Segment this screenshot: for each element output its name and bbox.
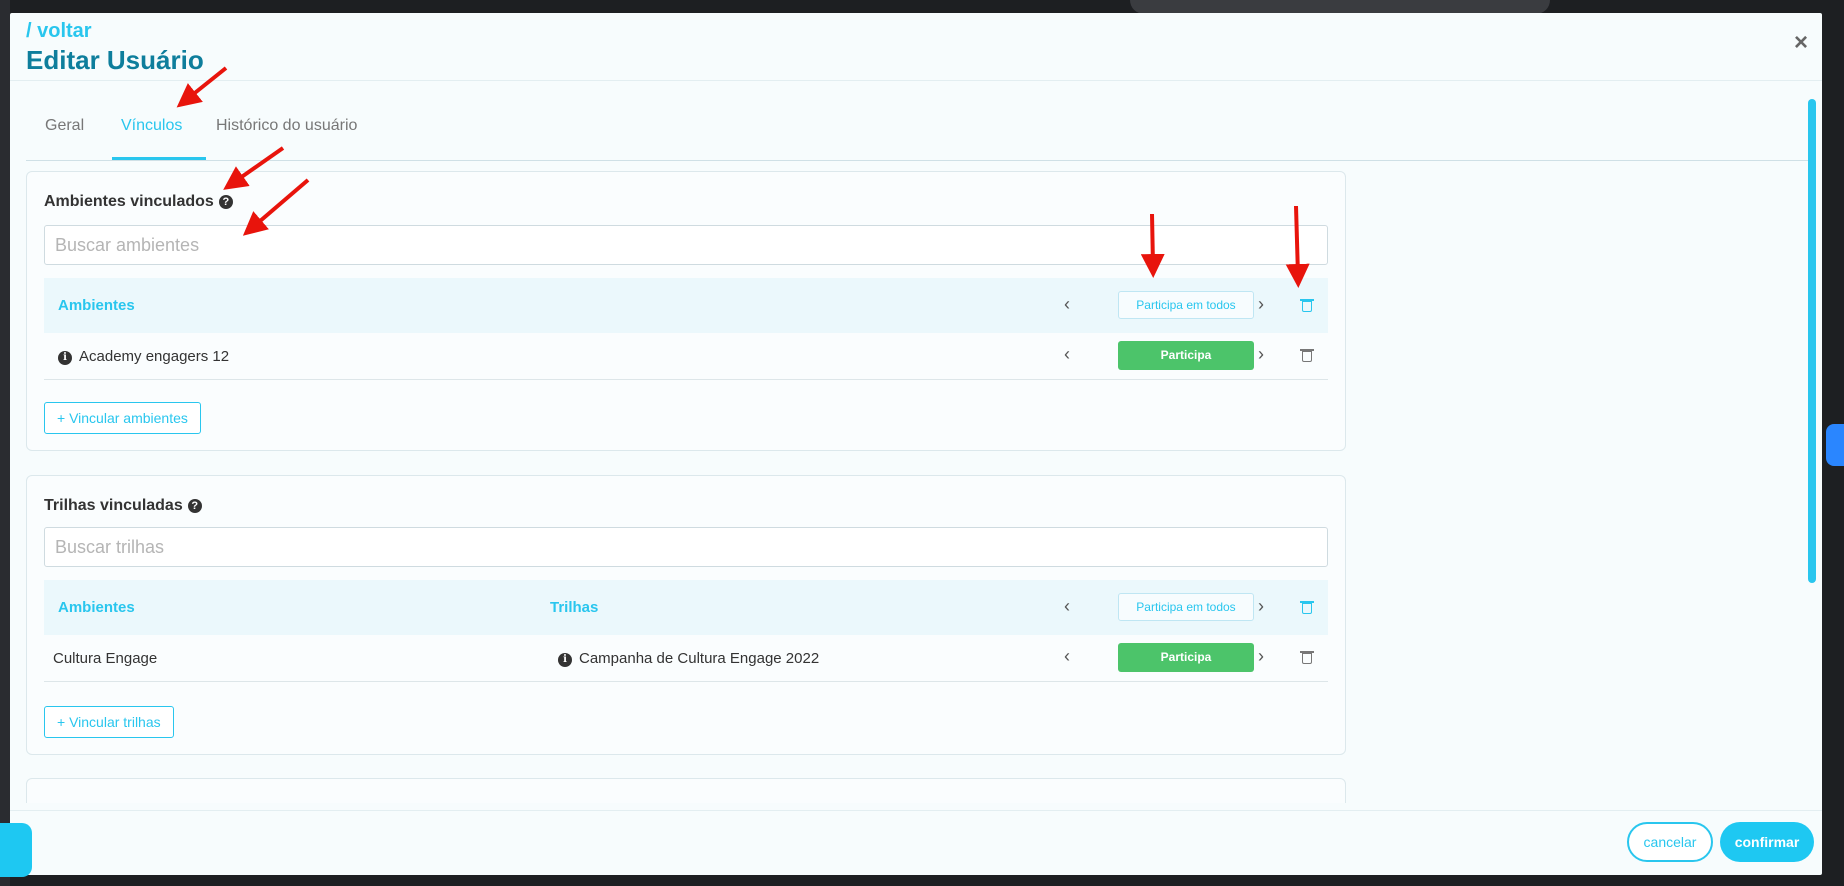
- accessibility-widget[interactable]: [1826, 424, 1844, 466]
- ambiente-name-text: Academy engagers 12: [79, 348, 230, 365]
- trilhas-card: Trilhas vinculadas? Ambientes Trilhas ‹ …: [26, 475, 1346, 755]
- tab-geral[interactable]: Geral: [45, 117, 84, 135]
- trash-icon[interactable]: [1300, 650, 1314, 664]
- table-row: Cultura Engage i Campanha de Cultura Enga…: [44, 635, 1328, 682]
- trilhas-title: Trilhas vinculadas?: [44, 497, 202, 515]
- chat-widget[interactable]: [0, 823, 32, 877]
- close-icon[interactable]: ×: [1794, 29, 1808, 57]
- participa-em-todos-toggle[interactable]: Participa em todos: [1118, 291, 1254, 319]
- scrollbar[interactable]: [1808, 99, 1816, 583]
- tab-vinculos[interactable]: Vínculos: [121, 117, 182, 135]
- active-tab-indicator: [112, 157, 206, 160]
- chevron-left-icon[interactable]: ‹: [1064, 646, 1070, 667]
- help-icon[interactable]: ?: [187, 499, 202, 513]
- vincular-ambientes-button[interactable]: + Vincular ambientes: [44, 402, 201, 434]
- column-ambientes: Ambientes: [58, 297, 135, 314]
- trilha-name-text: Campanha de Cultura Engage 2022: [579, 650, 820, 667]
- modal-header: / voltar Editar Usuário ×: [10, 13, 1822, 81]
- trash-all-icon[interactable]: [1300, 298, 1314, 312]
- tab-historico[interactable]: Histórico do usuário: [216, 117, 357, 135]
- ambientes-table-header: Ambientes ‹ Participa em todos ›: [44, 278, 1328, 333]
- back-link[interactable]: / voltar: [26, 20, 92, 43]
- chevron-left-icon[interactable]: ‹: [1064, 294, 1070, 315]
- participa-badge[interactable]: Participa: [1118, 341, 1254, 370]
- trilha-ambiente: Cultura Engage: [53, 650, 158, 667]
- vincular-trilhas-button[interactable]: + Vincular trilhas: [44, 706, 174, 738]
- cancel-button[interactable]: cancelar: [1627, 822, 1713, 862]
- participa-em-todos-toggle[interactable]: Participa em todos: [1118, 593, 1254, 621]
- info-icon[interactable]: i: [558, 653, 572, 667]
- ambientes-title: Ambientes vinculados?: [44, 193, 233, 211]
- trash-icon[interactable]: [1300, 348, 1314, 362]
- trilhas-title-text: Trilhas vinculadas: [44, 497, 183, 514]
- ambientes-title-text: Ambientes vinculados: [44, 193, 214, 210]
- background-search-bar: [1130, 0, 1550, 14]
- chevron-right-icon[interactable]: ›: [1258, 294, 1264, 315]
- tab-bar: Geral Vínculos Histórico do usuário: [26, 95, 1816, 161]
- edit-user-modal: / voltar Editar Usuário × Geral Vínculos…: [10, 13, 1822, 875]
- chevron-left-icon[interactable]: ‹: [1064, 344, 1070, 365]
- next-card: [26, 778, 1346, 803]
- ambiente-name: i Academy engagers 12: [58, 348, 229, 365]
- column-ambientes: Ambientes: [58, 599, 135, 616]
- ambientes-card: Ambientes vinculados? Ambientes ‹ Partic…: [26, 171, 1346, 451]
- confirm-button[interactable]: confirmar: [1720, 822, 1814, 862]
- participa-badge[interactable]: Participa: [1118, 643, 1254, 672]
- trilhas-table-header: Ambientes Trilhas ‹ Participa em todos ›: [44, 580, 1328, 635]
- page-title: Editar Usuário: [26, 45, 204, 75]
- table-row: i Academy engagers 12 ‹ Participa ›: [44, 333, 1328, 380]
- trash-all-icon[interactable]: [1300, 600, 1314, 614]
- chevron-right-icon[interactable]: ›: [1258, 344, 1264, 365]
- chevron-right-icon[interactable]: ›: [1258, 646, 1264, 667]
- column-trilhas: Trilhas: [550, 599, 599, 616]
- info-icon[interactable]: i: [58, 351, 72, 365]
- trilha-name: i Campanha de Cultura Engage 2022: [558, 650, 819, 667]
- background-strip: [0, 0, 10, 886]
- trilhas-search-input[interactable]: [44, 527, 1328, 567]
- help-icon[interactable]: ?: [218, 195, 233, 209]
- content-scroll-area: Ambientes vinculados? Ambientes ‹ Partic…: [26, 171, 1356, 803]
- chevron-right-icon[interactable]: ›: [1258, 596, 1264, 617]
- modal-footer: cancelar confirmar: [10, 810, 1822, 875]
- chevron-left-icon[interactable]: ‹: [1064, 596, 1070, 617]
- ambientes-search-input[interactable]: [44, 225, 1328, 265]
